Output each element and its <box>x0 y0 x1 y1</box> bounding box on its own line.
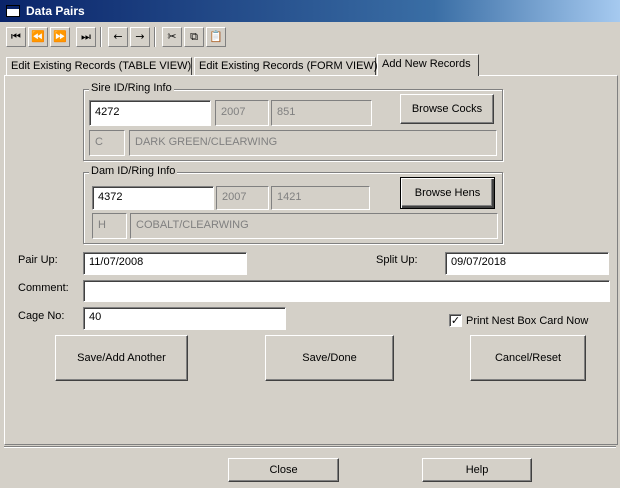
cancel-reset-button[interactable]: Cancel/Reset <box>470 335 586 381</box>
help-button[interactable]: Help <box>422 458 532 482</box>
sire-id-field[interactable]: 4272 <box>89 100 211 126</box>
first-record-icon[interactable]: ⏮ <box>6 27 26 47</box>
title-bar: Data Pairs <box>0 0 620 22</box>
sire-ring-field: 851 <box>271 100 372 126</box>
sire-year-field: 2007 <box>215 100 269 126</box>
tab-add-new-records[interactable]: Add New Records <box>377 54 479 76</box>
sire-code-field: C <box>89 130 125 156</box>
dam-year-field: 2007 <box>216 186 269 210</box>
dam-id-field[interactable]: 4372 <box>92 186 214 210</box>
pair-up-field[interactable]: 11/07/2008 <box>83 252 247 275</box>
dam-color-field: COBALT/CLEARWING <box>130 213 498 239</box>
tab-form-view[interactable]: Edit Existing Records (FORM VIEW) <box>194 57 377 76</box>
footer-separator <box>4 446 616 448</box>
print-nest-box-label: Print Nest Box Card Now <box>466 315 589 327</box>
tab-table-view[interactable]: Edit Existing Records (TABLE VIEW) <box>6 57 192 76</box>
next-record-icon[interactable]: ⏩ <box>50 27 70 47</box>
cut-icon[interactable]: ✂ <box>162 27 182 47</box>
toolbar-separator <box>154 27 156 47</box>
split-up-field[interactable]: 09/07/2018 <box>445 252 609 275</box>
copy-icon[interactable]: ⧉ <box>184 27 204 47</box>
comment-field[interactable] <box>83 280 610 302</box>
window-icon <box>6 5 20 17</box>
browse-cocks-button[interactable]: Browse Cocks <box>400 94 494 124</box>
cage-no-label: Cage No: <box>18 310 65 322</box>
back-arrow-icon[interactable]: ← <box>108 27 128 47</box>
print-nest-box-checkbox[interactable]: ✓ <box>449 314 462 327</box>
save-done-button[interactable]: Save/Done <box>265 335 394 381</box>
pair-up-label: Pair Up: <box>18 254 58 266</box>
dam-group-legend: Dam ID/Ring Info <box>89 165 178 177</box>
paste-icon[interactable]: 📋 <box>206 27 226 47</box>
sire-color-field: DARK GREEN/CLEARWING <box>129 130 497 156</box>
close-button[interactable]: Close <box>228 458 339 482</box>
comment-label: Comment: <box>18 282 69 294</box>
dam-code-field: H <box>92 213 127 239</box>
forward-arrow-icon[interactable]: → <box>130 27 150 47</box>
toolbar-separator <box>100 27 102 47</box>
sire-group-legend: Sire ID/Ring Info <box>89 82 174 94</box>
save-add-another-button[interactable]: Save/Add Another <box>55 335 188 381</box>
cage-no-field[interactable]: 40 <box>83 307 286 330</box>
browse-hens-button[interactable]: Browse Hens <box>400 177 495 209</box>
last-record-icon[interactable]: ⏭ <box>76 27 96 47</box>
split-up-label: Split Up: <box>376 254 418 266</box>
dam-ring-field: 1421 <box>271 186 370 210</box>
previous-record-icon[interactable]: ⏪ <box>28 27 48 47</box>
window-title: Data Pairs <box>26 4 85 18</box>
